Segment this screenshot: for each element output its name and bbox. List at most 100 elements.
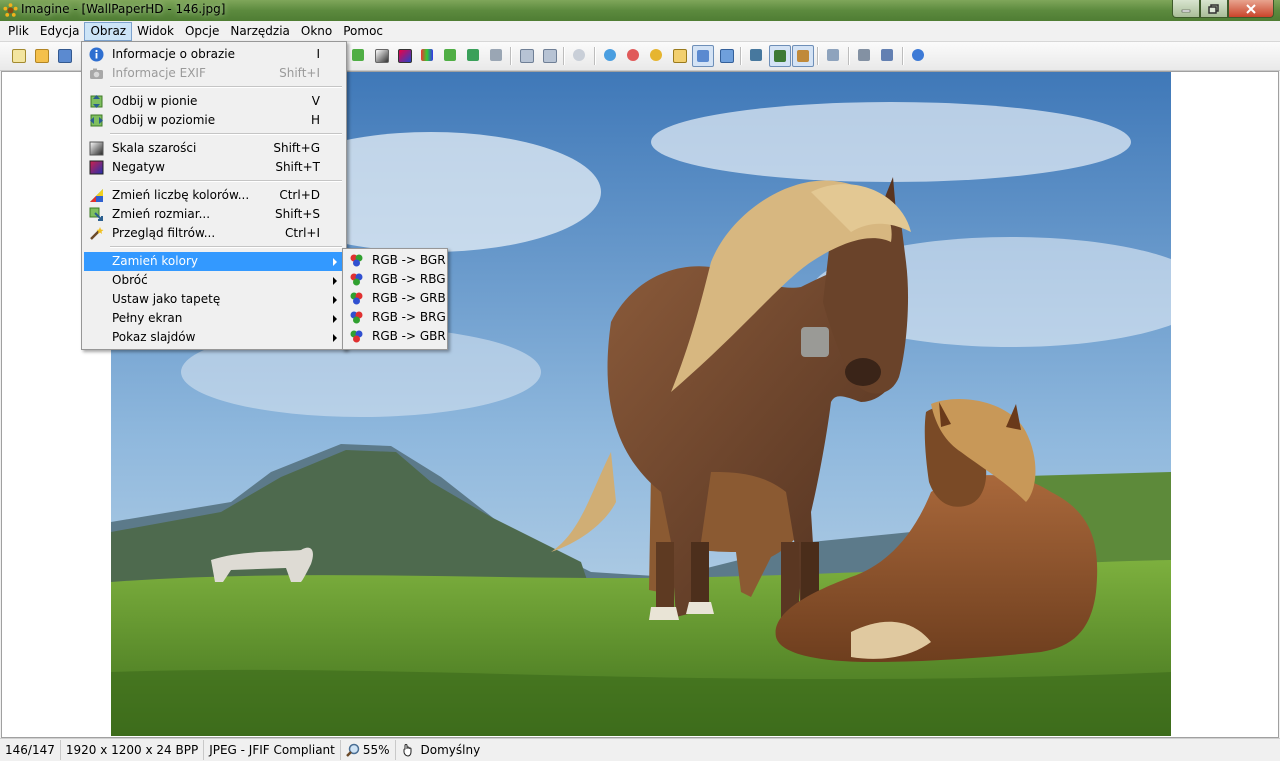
toolbar-separator bbox=[563, 47, 565, 65]
zoom-in-icon[interactable] bbox=[602, 47, 618, 63]
fit-window-icon[interactable] bbox=[671, 47, 687, 63]
menu-image-info[interactable]: Informacje o obrazie I bbox=[84, 45, 344, 64]
menu-swap-colors[interactable]: Zamień kolory bbox=[84, 252, 344, 271]
swap-rgb-rbg[interactable]: RGB -> RBG bbox=[345, 270, 446, 289]
maximize-button[interactable] bbox=[1200, 0, 1228, 18]
camera-icon bbox=[90, 68, 103, 79]
menu-help[interactable]: Pomoc bbox=[337, 22, 389, 41]
flip-vertical-tool-icon[interactable] bbox=[350, 47, 366, 63]
zoom-icon[interactable] bbox=[648, 47, 664, 63]
save-icon[interactable] bbox=[56, 47, 72, 63]
menu-grayscale[interactable]: Skala szarości Shift+G bbox=[84, 139, 344, 158]
menu-slideshow[interactable]: Pokaz slajdów bbox=[84, 328, 344, 347]
menu-tools[interactable]: Narzędzia bbox=[224, 22, 296, 41]
actual-size-icon[interactable] bbox=[718, 47, 734, 63]
hand-pointer-icon bbox=[403, 744, 412, 757]
toolbar-separator bbox=[594, 47, 596, 65]
menu-file[interactable]: Plik bbox=[2, 22, 35, 41]
swap-colors-icon bbox=[350, 330, 363, 343]
window-title: Imagine - [WallPaperHD - 146.jpg] bbox=[21, 2, 226, 16]
submenu-arrow-icon bbox=[333, 315, 337, 323]
submenu-arrow-icon bbox=[333, 296, 337, 304]
minimize-button[interactable] bbox=[1172, 0, 1200, 18]
negative-tool-icon[interactable] bbox=[396, 47, 412, 63]
close-icon bbox=[1246, 3, 1256, 14]
grayscale-tool-icon[interactable] bbox=[373, 47, 389, 63]
swap-rgb-bgr[interactable]: RGB -> BGR bbox=[345, 251, 446, 270]
swap-rgb-brg[interactable]: RGB -> BRG bbox=[345, 308, 446, 327]
menu-rotate[interactable]: Obróć bbox=[84, 271, 344, 290]
toolbar-separator bbox=[848, 47, 850, 65]
menu-color-depth[interactable]: Zmień liczbę kolorów... Ctrl+D bbox=[84, 186, 344, 205]
image-position: 146/147 bbox=[0, 740, 61, 760]
zoom-value: 55% bbox=[362, 743, 390, 757]
restore-icon bbox=[1208, 3, 1219, 14]
menu-exif-info[interactable]: Informacje EXIF Shift+I bbox=[84, 64, 344, 83]
menu-view[interactable]: Widok bbox=[131, 22, 180, 41]
toolbar-separator bbox=[740, 47, 742, 65]
toolbar-separator bbox=[510, 47, 512, 65]
save-as-icon[interactable] bbox=[879, 47, 895, 63]
menu-edit[interactable]: Edycja bbox=[34, 22, 86, 41]
swap-colors-icon bbox=[350, 273, 363, 286]
wrench-icon[interactable] bbox=[825, 47, 841, 63]
fullscreen-icon[interactable] bbox=[748, 47, 764, 63]
display-mode-label: Domyślny bbox=[420, 743, 481, 757]
menu-negative[interactable]: Negatyw Shift+T bbox=[84, 158, 344, 177]
zoom-out-icon[interactable] bbox=[625, 47, 641, 63]
menu-options[interactable]: Opcje bbox=[179, 22, 225, 41]
swap-colors-icon bbox=[350, 254, 363, 267]
open-folder-icon[interactable] bbox=[33, 47, 49, 63]
rotate-tool-icon[interactable] bbox=[465, 47, 481, 63]
toolbar-separator bbox=[817, 47, 819, 65]
previous-image-icon[interactable] bbox=[518, 47, 534, 63]
submenu-arrow-icon bbox=[333, 277, 337, 285]
close-button[interactable] bbox=[1228, 0, 1274, 18]
swap-rgb-grb[interactable]: RGB -> GRB bbox=[345, 289, 446, 308]
menu-bar: Plik Edycja Obraz Widok Opcje Narzędzia … bbox=[0, 21, 1280, 42]
menu-set-wallpaper[interactable]: Ustaw jako tapetę bbox=[84, 290, 344, 309]
swap-colors-submenu: RGB -> BGR RGB -> RBG RGB -> GRB RGB -> … bbox=[342, 248, 448, 350]
slideshow-icon[interactable] bbox=[571, 47, 587, 63]
new-window-icon[interactable] bbox=[10, 47, 26, 63]
app-sunflower-icon bbox=[3, 3, 18, 17]
menu-filter-browser[interactable]: Przegląd filtrów... Ctrl+I bbox=[84, 224, 344, 243]
swap-colors-icon bbox=[350, 311, 363, 324]
menu-window[interactable]: Okno bbox=[295, 22, 338, 41]
menu-image[interactable]: Obraz bbox=[84, 21, 133, 41]
display-mode: Domyślny bbox=[396, 740, 486, 760]
negative-icon bbox=[89, 160, 104, 175]
menu-separator bbox=[110, 246, 342, 248]
paint-brush-icon[interactable] bbox=[792, 45, 814, 67]
crop-tool-icon[interactable] bbox=[488, 47, 504, 63]
grayscale-icon bbox=[89, 141, 104, 156]
menu-fullscreen[interactable]: Pełny ekran bbox=[84, 309, 344, 328]
image-format: JPEG - JFIF Compliant bbox=[204, 740, 341, 760]
submenu-arrow-icon bbox=[333, 258, 337, 266]
next-image-icon[interactable] bbox=[541, 47, 557, 63]
flip-horizontal-icon bbox=[90, 114, 103, 127]
resize-tool-icon[interactable] bbox=[442, 47, 458, 63]
info-icon bbox=[89, 47, 104, 62]
image-dimensions: 1920 x 1200 x 24 BPP bbox=[61, 740, 205, 760]
thumbnails-icon[interactable] bbox=[769, 45, 791, 67]
flip-vertical-icon bbox=[90, 95, 103, 108]
fit-image-icon[interactable] bbox=[692, 45, 714, 67]
swap-rgb-gbr[interactable]: RGB -> GBR bbox=[345, 327, 446, 346]
menu-separator bbox=[110, 180, 342, 182]
toolbar-separator bbox=[902, 47, 904, 65]
menu-resize[interactable]: Zmień rozmiar... Shift+S bbox=[84, 205, 344, 224]
resize-icon bbox=[89, 207, 103, 221]
swap-colors-icon bbox=[350, 292, 363, 305]
menu-flip-horizontal[interactable]: Odbij w poziomie H bbox=[84, 111, 344, 130]
window-controls bbox=[1172, 0, 1274, 18]
image-menu-dropdown: Informacje o obrazie I Informacje EXIF S… bbox=[81, 41, 347, 350]
menu-flip-vertical[interactable]: Odbij w pionie V bbox=[84, 92, 344, 111]
zoom-level: 55% bbox=[341, 740, 396, 760]
color-depth-tool-icon[interactable] bbox=[419, 47, 435, 63]
filter-wand-icon bbox=[90, 227, 104, 240]
help-icon[interactable] bbox=[910, 47, 926, 63]
plugins-icon[interactable] bbox=[856, 47, 872, 63]
menu-separator bbox=[110, 86, 342, 88]
submenu-arrow-icon bbox=[333, 334, 337, 342]
